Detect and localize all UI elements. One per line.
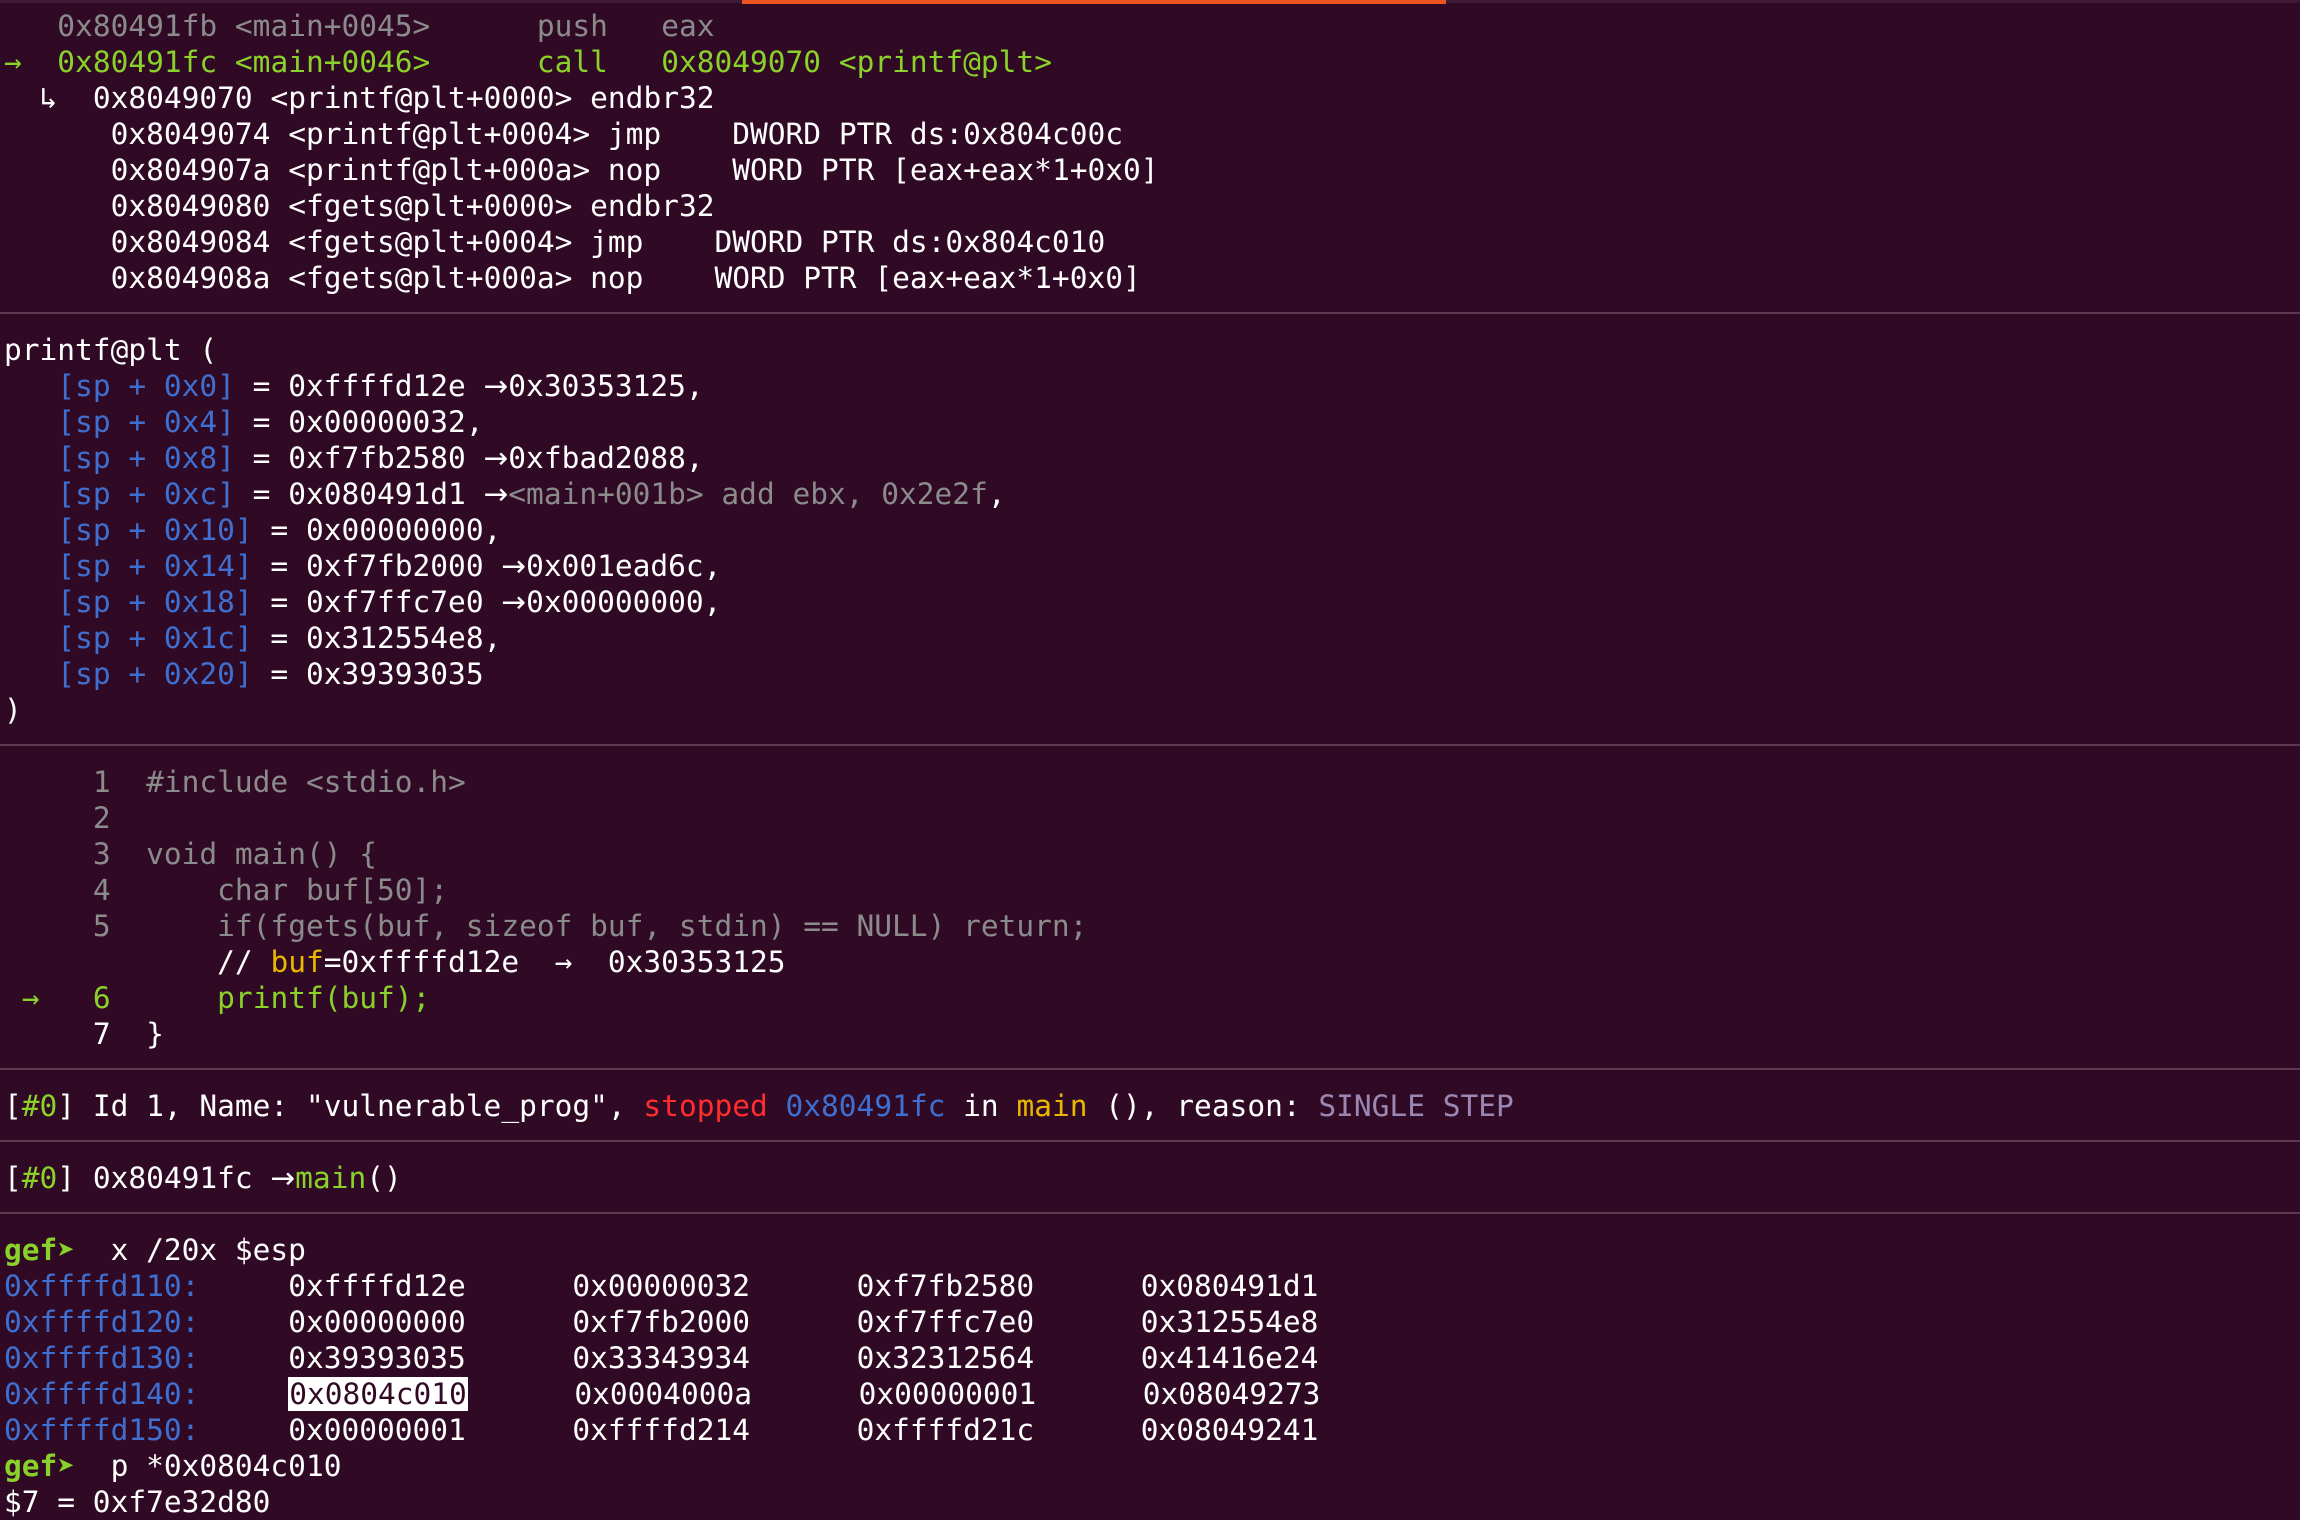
section-divider bbox=[0, 312, 2300, 314]
memory-row: 0xffffd120: 0x00000000 0xf7fb2000 0xf7ff… bbox=[4, 1305, 1319, 1339]
trace-arrow-icon: → bbox=[270, 1161, 296, 1195]
memory-row: 0xffffd130: 0x39393035 0x33343934 0x3231… bbox=[4, 1341, 1319, 1375]
active-tab-indicator bbox=[742, 0, 1446, 4]
gef-prompt: gef➤ bbox=[4, 1233, 76, 1267]
deref-arrow-icon: → bbox=[501, 585, 527, 619]
gef-prompt: gef➤ bbox=[4, 1449, 76, 1483]
arg-row: [sp + 0x4] = 0x00000032, bbox=[57, 405, 484, 439]
disasm-line-prev: 0x80491fb <main+0045> push eax bbox=[57, 9, 715, 43]
source-line: 5 if(fgets(buf, sizeof buf, stdin) == NU… bbox=[92, 909, 1088, 943]
window-top-bar bbox=[0, 0, 2300, 4]
memory-row: 0xffffd140: 0x0804c010 0x0004000a 0x0000… bbox=[4, 1377, 1321, 1411]
console-command-line[interactable]: gef➤ p *0x0804c010 bbox=[4, 1448, 341, 1484]
source-comment: // buf=0xffffd12e → 0x30353125 bbox=[217, 945, 786, 979]
args-footer: ) bbox=[4, 693, 22, 727]
section-divider bbox=[0, 744, 2300, 746]
source-current-line: → 6 printf(buf); bbox=[21, 981, 431, 1015]
section-divider bbox=[0, 1068, 2300, 1070]
disasm-sub-line: 0x804907a <printf@plt+000a> nop WORD PTR… bbox=[110, 153, 1159, 187]
disasm-sub-line: 0x8049074 <printf@plt+0004> jmp DWORD PT… bbox=[110, 117, 1123, 151]
trace-line: [#0] 0x80491fc →main() bbox=[4, 1161, 402, 1195]
source-line: 1 #include <stdio.h> bbox=[92, 765, 466, 799]
arg-row: [sp + 0x20] = 0x39393035 bbox=[57, 657, 484, 691]
source-line: 7 } bbox=[92, 1017, 164, 1051]
disasm-line-current: → 0x80491fc <main+0046> call 0x8049070 <… bbox=[4, 45, 1052, 79]
args-header: printf@plt ( bbox=[4, 333, 218, 367]
disasm-sub-line: 0x8049080 <fgets@plt+0000> endbr32 bbox=[110, 189, 715, 223]
section-divider bbox=[0, 1140, 2300, 1142]
console-result: $7 = 0xf7e32d80 bbox=[4, 1485, 271, 1519]
selected-memory-value[interactable]: 0x0804c010 bbox=[288, 1377, 468, 1411]
arg-row: [sp + 0x18] = 0xf7ffc7e0 →0x00000000, bbox=[57, 585, 722, 619]
status-badge: stopped bbox=[643, 1089, 768, 1123]
call-target-arrow-icon: ↳ bbox=[39, 81, 58, 115]
arg-row: [sp + 0x8] = 0xf7fb2580 →0xfbad2088, bbox=[57, 441, 704, 475]
section-divider bbox=[0, 1212, 2300, 1214]
arg-row: [sp + 0x14] = 0xf7fb2000 →0x001ead6c, bbox=[57, 549, 722, 583]
source-line: 3 void main() { bbox=[92, 837, 377, 871]
current-instruction-arrow-icon: → bbox=[4, 45, 22, 79]
deref-arrow-icon: → bbox=[483, 477, 509, 511]
deref-arrow-icon: → bbox=[483, 441, 509, 475]
memory-row: 0xffffd110: 0xffffd12e 0x00000032 0xf7fb… bbox=[4, 1269, 1319, 1303]
disasm-sub-line: ↳ 0x8049070 <printf@plt+0000> endbr32 bbox=[39, 81, 715, 115]
source-line: 4 char buf[50]; bbox=[92, 873, 449, 907]
console-command-line[interactable]: gef➤ x /20x $esp bbox=[4, 1232, 306, 1268]
current-line-arrow-icon: → bbox=[21, 981, 40, 1015]
arg-row: [sp + 0x0] = 0xffffd12e →0x30353125, bbox=[57, 369, 704, 403]
arg-row: [sp + 0xc] = 0x080491d1 →<main+001b> add… bbox=[57, 477, 1006, 511]
arg-row: [sp + 0x10] = 0x00000000, bbox=[57, 513, 502, 547]
disasm-sub-line: 0x804908a <fgets@plt+000a> nop WORD PTR … bbox=[110, 261, 1141, 295]
memory-row: 0xffffd150: 0x00000001 0xffffd214 0xffff… bbox=[4, 1413, 1319, 1447]
arg-row: [sp + 0x1c] = 0x312554e8, bbox=[57, 621, 502, 655]
source-line: 2 bbox=[92, 801, 111, 835]
deref-arrow-icon: → bbox=[483, 369, 509, 403]
disasm-sub-line: 0x8049084 <fgets@plt+0004> jmp DWORD PTR… bbox=[110, 225, 1106, 259]
deref-arrow-icon: → bbox=[501, 549, 527, 583]
thread-status-line: [#0] Id 1, Name: "vulnerable_prog", stop… bbox=[4, 1089, 1514, 1123]
